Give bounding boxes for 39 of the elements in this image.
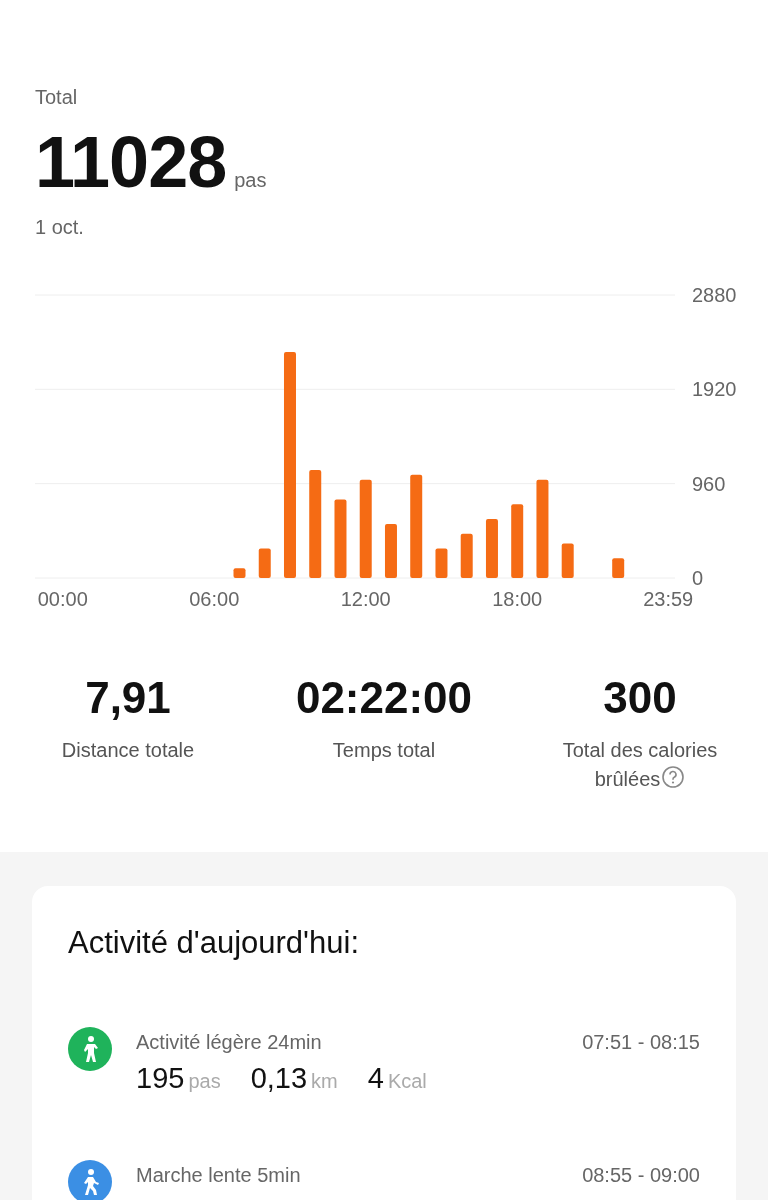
stat-value: 7,91 (84, 676, 172, 720)
help-icon[interactable] (661, 765, 686, 789)
axis-label: 12:00 (340, 588, 391, 608)
metric-unit: km (311, 1069, 338, 1092)
axis-label: 960 (692, 472, 726, 495)
metric-value: 195 (136, 1061, 185, 1094)
axis-label: 0 (692, 567, 704, 589)
activity-title: Activité légère 24min (136, 1029, 322, 1055)
activity-time: 08:55 - 09:00 (582, 1163, 700, 1188)
step-count: 11028 (35, 126, 227, 198)
stat-value: 300 (602, 676, 678, 720)
activity-title: Marche lente 5min (136, 1163, 301, 1188)
total-label: Total (35, 85, 79, 110)
axis-label: 00:00 (37, 588, 88, 608)
metric-value: 0,13 (250, 1061, 308, 1094)
bar (460, 533, 473, 578)
axis-label: 2880 (692, 284, 737, 306)
axis-label: 06:00 (189, 588, 240, 608)
bar (612, 558, 625, 578)
bar (258, 548, 271, 578)
axis-label: 23:59 (643, 588, 694, 608)
bar (233, 568, 246, 578)
metric-unit: Kcal (387, 1069, 427, 1092)
bar (561, 543, 574, 578)
bar (435, 548, 448, 578)
stat-label: Distance totale (60, 738, 196, 763)
metric-unit: pas (188, 1069, 221, 1092)
bar (385, 523, 397, 578)
axis-label: 18:00 (492, 588, 543, 608)
step-unit: pas (234, 168, 267, 193)
axis-label: 1920 (692, 378, 737, 401)
metric-value: 4 (367, 1061, 384, 1094)
bar (485, 519, 498, 578)
date-label: 1 oct. (35, 215, 85, 240)
stat-label: Temps total (331, 738, 437, 763)
section-title: Activité d'aujourd'hui: (68, 924, 360, 962)
stat-value: 02:22:00 (294, 676, 474, 720)
stat-label: Total des calories brûlées (561, 738, 719, 792)
activity-time: 07:51 - 08:15 (582, 1029, 700, 1055)
